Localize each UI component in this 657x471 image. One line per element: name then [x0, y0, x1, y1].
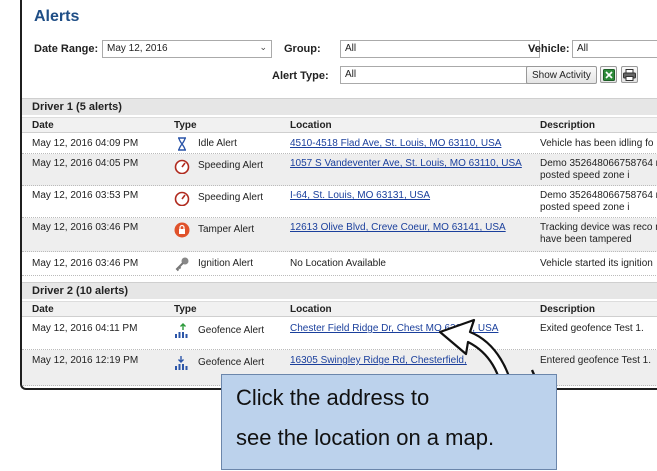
vehicle-label: Vehicle: [528, 43, 570, 55]
print-button[interactable] [621, 66, 638, 83]
vehicle-value: All [577, 43, 589, 54]
alert-type-label: Speeding Alert [198, 160, 264, 171]
speedometer-icon [174, 191, 190, 206]
alert-type-label: Idle Alert [198, 138, 237, 149]
tooltip-callout: Click the address to see the location on… [221, 374, 557, 470]
alert-date: May 12, 2016 03:46 PM [32, 258, 139, 269]
geofence-enter-icon [175, 356, 188, 370]
table-row: May 12, 2016 04:05 PM Speeding Alert 105… [22, 154, 657, 186]
group-select[interactable]: All ⌄ [340, 40, 540, 58]
lock-icon [174, 222, 190, 238]
alert-date: May 12, 2016 04:05 PM [32, 158, 139, 169]
location-link[interactable]: 1057 S Vandeventer Ave, St. Louis, MO 63… [290, 158, 522, 169]
group-value: All [345, 43, 357, 54]
alert-date: May 12, 2016 04:11 PM [32, 323, 138, 334]
alert-date: May 12, 2016 03:53 PM [32, 190, 139, 201]
alert-description: Vehicle started its ignition [540, 258, 653, 269]
callout-line-1: Click the address to [236, 385, 430, 410]
group-count: (5 alerts) [76, 101, 122, 113]
date-range-label: Date Range: [34, 43, 99, 55]
alert-description: Vehicle has been idling fo [540, 138, 654, 149]
date-range-value: May 12, 2016 [107, 43, 168, 54]
location-link[interactable]: 12613 Olive Blvd, Creve Coeur, MO 63141,… [290, 222, 506, 233]
table-header: Date Type Location Description [22, 117, 657, 133]
column-header-date: Date [32, 120, 54, 131]
location-text: No Location Available [290, 258, 386, 269]
location-link[interactable]: I-64, St. Louis, MO 63131, USA [290, 190, 430, 201]
show-activity-button[interactable]: Show Activity [526, 66, 597, 84]
alert-date: May 12, 2016 03:46 PM [32, 222, 139, 233]
table-row: May 12, 2016 03:46 PM Ignition Alert No … [22, 252, 657, 276]
column-header-type: Type [174, 120, 197, 131]
column-header-description: Description [540, 120, 596, 131]
geofence-exit-icon [175, 323, 188, 338]
vehicle-select[interactable]: All [572, 40, 657, 58]
alert-date: May 12, 2016 04:09 PM [32, 138, 139, 149]
column-header-date: Date [32, 304, 54, 315]
group-header-driver-1: Driver 1 (5 alerts) [22, 98, 657, 115]
alert-type-label: Ignition Alert [198, 258, 254, 269]
group-name: Driver 2 [32, 285, 73, 297]
alert-description: Demo 352648066758764 mph posted speed zo… [540, 190, 657, 213]
speedometer-icon [174, 159, 190, 174]
callout-line-2: see the location on a map. [236, 425, 495, 450]
column-header-type: Type [174, 304, 197, 315]
chevron-down-icon: ⌄ [259, 42, 267, 52]
table-row: May 12, 2016 04:11 PM Geofence Alert Che… [22, 318, 657, 350]
key-icon [175, 257, 189, 272]
alert-description: Tracking device was reco may have been t… [540, 222, 657, 245]
alert-type-label: Geofence Alert [198, 357, 265, 368]
excel-icon [602, 68, 615, 81]
group-header-driver-2: Driver 2 (10 alerts) [22, 282, 657, 299]
alert-type-select[interactable]: All ⌄ [340, 66, 540, 84]
group-name: Driver 1 [32, 101, 73, 113]
export-excel-button[interactable] [600, 66, 617, 83]
alert-type-label: Geofence Alert [198, 325, 265, 336]
alerts-panel: Alerts Date Range: May 12, 2016 ⌄ Group:… [20, 0, 657, 390]
alert-type-label: Speeding Alert [198, 192, 264, 203]
alert-description: Demo 352648066758764 mph posted speed zo… [540, 158, 657, 181]
table-header: Date Type Location Description [22, 301, 657, 317]
hourglass-icon [178, 137, 186, 151]
location-link[interactable]: 4510-4518 Flad Ave, St. Louis, MO 63110,… [290, 138, 501, 149]
alert-type-value: All [345, 69, 357, 80]
table-row: May 12, 2016 03:46 PM Tamper Alert 12613… [22, 218, 657, 252]
table-row: May 12, 2016 04:09 PM Idle Alert 4510-45… [22, 134, 657, 154]
date-range-select[interactable]: May 12, 2016 ⌄ [102, 40, 272, 58]
column-header-location: Location [290, 120, 332, 131]
alert-date: May 12, 2016 12:19 PM [32, 355, 139, 366]
printer-icon [623, 68, 636, 81]
group-count: (10 alerts) [76, 285, 129, 297]
table-row: May 12, 2016 03:53 PM Speeding Alert I-6… [22, 186, 657, 218]
alert-type-label: Tamper Alert [198, 224, 255, 235]
page-title: Alerts [34, 8, 80, 25]
group-label: Group: [284, 43, 321, 55]
alert-type-label: Alert Type: [272, 70, 329, 82]
